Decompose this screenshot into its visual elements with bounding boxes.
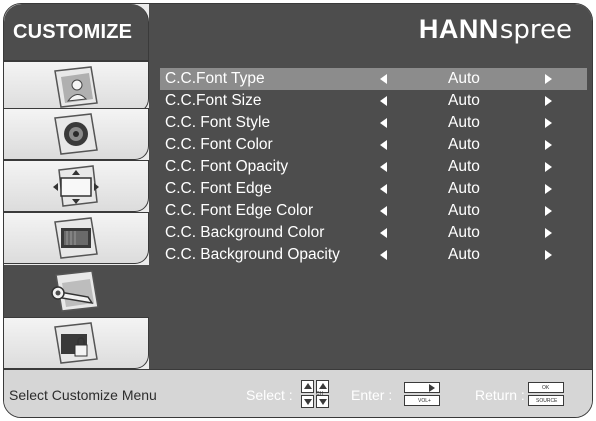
menu-row-label: C.C. Font Opacity (165, 158, 289, 175)
menu-row-label: C.C. Font Edge Color (165, 202, 314, 219)
brand-logo: HANN spree (419, 14, 572, 45)
lock-icon (54, 322, 98, 364)
arrow-left-icon[interactable] (380, 96, 387, 106)
menu-row-label: C.C. Font Style (165, 114, 271, 131)
menu-row-cc-font-color[interactable]: C.C. Font Color Auto (160, 134, 587, 156)
return-label: Return : (475, 387, 525, 403)
person-picture-icon (54, 66, 98, 108)
arrow-left-icon[interactable] (380, 250, 387, 260)
status-text: Select Customize Menu (9, 387, 157, 403)
menu-row-cc-font-style[interactable]: C.C. Font Style Auto (160, 112, 587, 134)
arrow-left-icon[interactable] (380, 162, 387, 172)
brand-logo-bold: HANN (418, 14, 499, 44)
osd-menu-frame: CUSTOMIZE HANN spree C.C.Font Type Auto … (3, 3, 593, 418)
wrench-icon (50, 270, 99, 312)
arrow-left-icon[interactable] (380, 140, 387, 150)
select-label: Select : (246, 387, 293, 403)
header-bar: HANN spree (149, 4, 592, 61)
sidebar: CUSTOMIZE (4, 4, 149, 369)
ch-updown-key-icon: CH (301, 380, 331, 410)
menu-row-label: C.C. Font Edge (165, 180, 272, 197)
menu-row-cc-font-size[interactable]: C.C.Font Size Auto (160, 90, 587, 112)
menu-row-value: Auto (448, 158, 480, 175)
tab-channel[interactable] (4, 212, 149, 264)
arrow-left-icon[interactable] (380, 206, 387, 216)
arrow-left-icon[interactable] (380, 228, 387, 238)
menu-row-label: C.C.Font Type (165, 70, 265, 87)
menu-row-value: Auto (448, 92, 480, 109)
menu-row-value: Auto (448, 180, 480, 197)
arrow-right-icon[interactable] (545, 162, 552, 172)
tv-screen-icon (54, 217, 98, 259)
ok-key-text: OK (542, 385, 550, 391)
tab-setup[interactable] (4, 160, 149, 212)
menu-row-value: Auto (448, 136, 480, 153)
arrow-left-icon[interactable] (380, 118, 387, 128)
menu-row-value: Auto (448, 224, 480, 241)
menu-row-value: Auto (448, 70, 480, 87)
source-key-text: SOURCE (536, 398, 558, 404)
tab-sound[interactable] (4, 108, 149, 160)
menu-row-cc-font-edge[interactable]: C.C. Font Edge Auto (160, 178, 587, 200)
speaker-icon (54, 113, 98, 155)
tab-lock[interactable] (4, 317, 149, 369)
enter-label: Enter : (351, 387, 393, 403)
ok-source-key-icon: OK SOURCE (528, 382, 564, 408)
menu-row-label: C.C. Background Color (165, 224, 325, 241)
menu-row-value: Auto (448, 246, 480, 263)
arrow-right-icon[interactable] (545, 74, 552, 84)
vol-key-text: VOL+ (418, 398, 431, 404)
menu-row-value: Auto (448, 202, 480, 219)
arrow-left-icon[interactable] (380, 74, 387, 84)
ch-key-text: CH (316, 391, 324, 397)
menu-row-cc-background-color[interactable]: C.C. Background Color Auto (160, 222, 587, 244)
tab-customize[interactable] (4, 265, 149, 317)
menu-row-value: Auto (448, 114, 480, 131)
menu-row-cc-font-opacity[interactable]: C.C. Font Opacity Auto (160, 156, 587, 178)
arrow-left-icon[interactable] (380, 184, 387, 194)
menu-row-label: C.C. Background Opacity (165, 246, 340, 263)
menu-row-label: C.C. Font Color (165, 136, 273, 153)
footer-help-bar: Select Customize Menu Select : CH Enter … (4, 369, 592, 417)
arrow-right-icon[interactable] (545, 118, 552, 128)
arrow-right-icon[interactable] (545, 96, 552, 106)
arrow-right-icon[interactable] (545, 228, 552, 238)
brand-logo-light: spree (499, 15, 572, 45)
menu-title: CUSTOMIZE (4, 4, 149, 61)
vol-right-key-icon: VOL+ (404, 382, 440, 408)
settings-menu: C.C.Font Type Auto C.C.Font Size Auto C.… (149, 61, 592, 369)
tab-picture[interactable] (4, 61, 149, 113)
menu-row-cc-font-type[interactable]: C.C.Font Type Auto (160, 68, 587, 90)
arrow-right-icon[interactable] (545, 184, 552, 194)
arrow-right-icon[interactable] (545, 250, 552, 260)
arrow-right-icon[interactable] (545, 140, 552, 150)
arrow-right-icon[interactable] (545, 206, 552, 216)
menu-row-cc-background-opacity[interactable]: C.C. Background Opacity Auto (160, 244, 587, 266)
screen-setup-icon (53, 165, 99, 207)
menu-row-label: C.C.Font Size (165, 92, 262, 109)
menu-row-cc-font-edge-color[interactable]: C.C. Font Edge Color Auto (160, 200, 587, 222)
